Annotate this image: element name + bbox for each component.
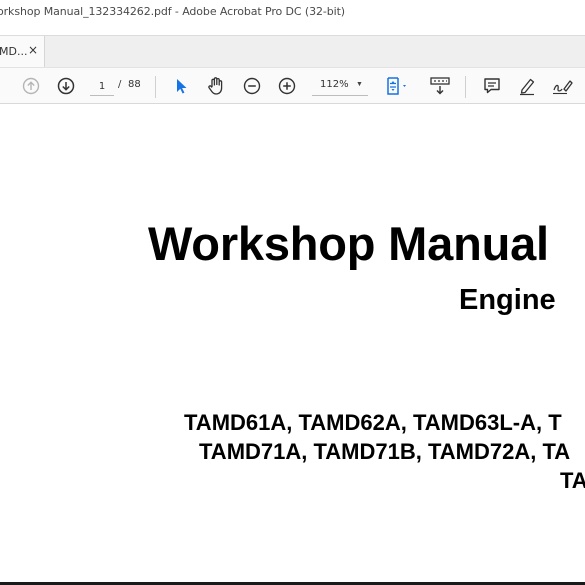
page-number-input[interactable] [90, 77, 114, 96]
page-total: 88 [128, 79, 141, 90]
toolbar-divider [465, 76, 466, 98]
scroll-mode-icon[interactable] [428, 74, 452, 98]
sign-icon[interactable] [550, 74, 574, 98]
zoom-dropdown[interactable]: 112% ▼ [312, 77, 368, 96]
main-toolbar: / 88 112% ▼ [0, 67, 585, 104]
page-separator: / [118, 79, 122, 90]
document-tab-label: MD... [0, 45, 28, 58]
zoom-in-icon[interactable] [275, 74, 299, 98]
document-tab[interactable]: MD... × [0, 36, 45, 68]
toolbar-divider [155, 76, 156, 98]
hand-tool-icon[interactable] [204, 74, 228, 98]
model-line-2: TAMD71A, TAMD71B, TAMD72A, TA [199, 439, 571, 464]
document-subtitle: Engine [459, 284, 556, 316]
page-up-icon[interactable] [19, 74, 43, 98]
chevron-down-icon: ▼ [356, 81, 363, 88]
model-line-3: TA [560, 468, 585, 493]
window-title: orkshop Manual_132334262.pdf - Adobe Acr… [0, 5, 345, 18]
document-viewport[interactable]: Workshop Manual Engine TAMD61A, TAMD62A,… [0, 104, 585, 585]
close-tab-icon[interactable]: × [28, 43, 38, 57]
zoom-value: 112% [320, 79, 349, 90]
select-tool-icon[interactable] [169, 74, 193, 98]
model-line-1: TAMD61A, TAMD62A, TAMD63L-A, T [184, 410, 562, 435]
tab-strip: MD... × [0, 35, 585, 68]
title-bar: orkshop Manual_132334262.pdf - Adobe Acr… [0, 0, 585, 24]
zoom-out-icon[interactable] [240, 74, 264, 98]
fit-page-icon[interactable] [383, 74, 413, 98]
highlight-icon[interactable] [515, 74, 539, 98]
page-down-icon[interactable] [54, 74, 78, 98]
document-title: Workshop Manual [148, 217, 549, 270]
acrobat-window: orkshop Manual_132334262.pdf - Adobe Acr… [0, 0, 585, 585]
comment-icon[interactable] [480, 74, 504, 98]
